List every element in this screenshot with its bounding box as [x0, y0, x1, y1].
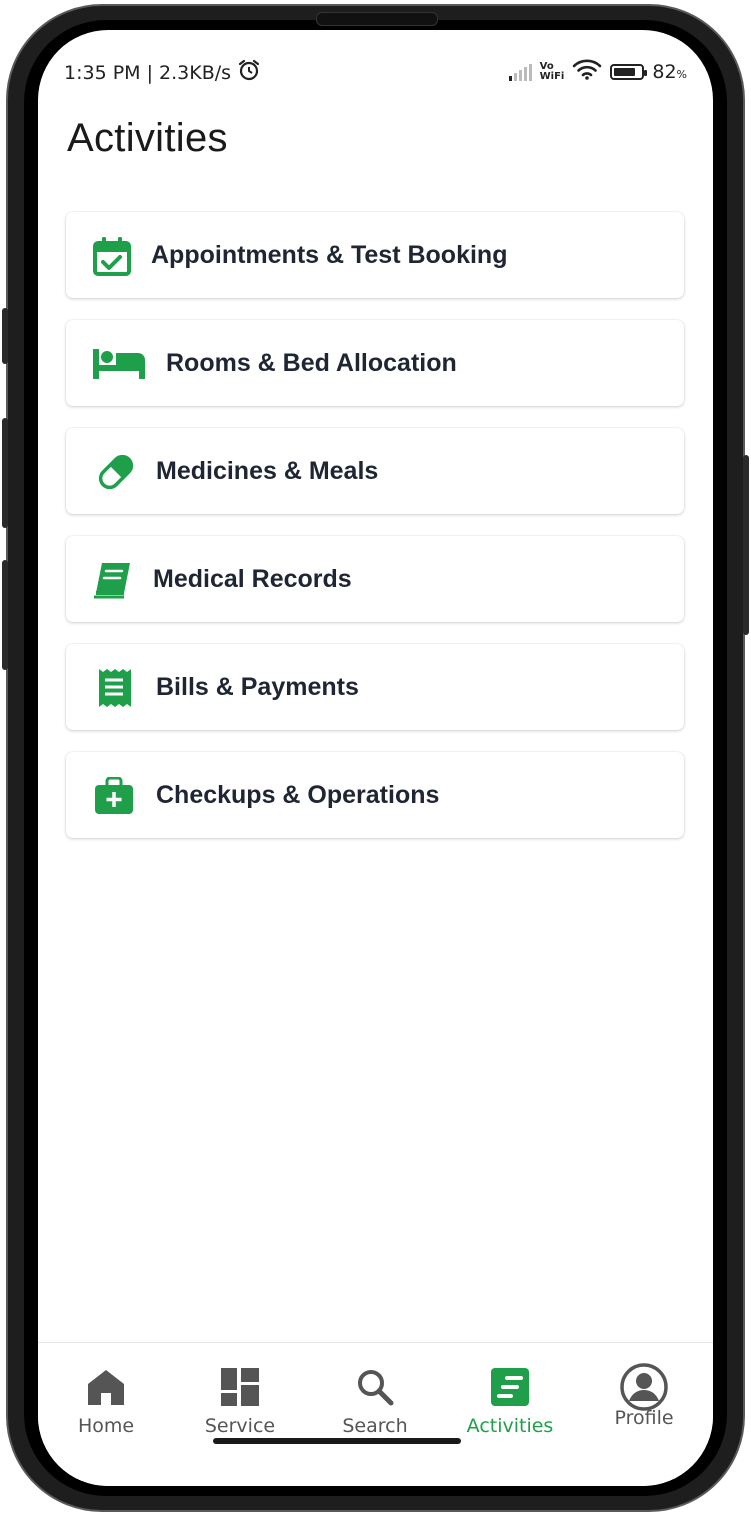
signal-icon: [508, 63, 532, 81]
activity-label: Medicines & Meals: [156, 457, 379, 485]
status-bar: 1:35 PM | 2.3KB/s Vo WiFi 82%: [38, 58, 713, 88]
nav-label: Profile: [614, 1407, 674, 1429]
activities-list: Appointments & Test Booking Rooms & Bed …: [66, 212, 684, 860]
alarm-icon: [237, 58, 261, 87]
book-icon: [92, 560, 132, 600]
grid-icon: [185, 1367, 295, 1407]
side-button: [2, 308, 8, 364]
profile-icon: [589, 1363, 699, 1411]
activity-label: Bills & Payments: [156, 673, 359, 701]
nav-label: Service: [204, 1415, 276, 1437]
receipt-icon: [94, 668, 134, 708]
bottom-nav: Home Service Search Activities Profile: [38, 1342, 713, 1486]
search-icon: [320, 1367, 430, 1407]
nav-service[interactable]: Service: [185, 1367, 295, 1437]
screen: 1:35 PM | 2.3KB/s Vo WiFi 82% Activities: [38, 30, 713, 1486]
battery-icon: [610, 63, 648, 80]
nav-home[interactable]: Home: [51, 1367, 161, 1437]
activity-label: Rooms & Bed Allocation: [166, 349, 457, 377]
medical-kit-icon: [94, 776, 134, 816]
battery-fill: [614, 67, 636, 76]
volume-down-button: [2, 560, 8, 670]
battery-percent-unit: %: [676, 67, 687, 81]
status-left: 1:35 PM | 2.3KB/s: [64, 58, 261, 87]
nav-profile[interactable]: Profile: [589, 1363, 699, 1429]
battery-percent: 82%: [652, 61, 687, 83]
capsule-icon: [96, 452, 136, 492]
status-time: 1:35 PM | 2.3KB/s: [64, 61, 232, 84]
status-right: Vo WiFi 82%: [508, 58, 687, 85]
vowifi-indicator: Vo WiFi: [539, 61, 565, 82]
power-button: [743, 455, 749, 635]
nav-label: Search: [342, 1415, 408, 1437]
activity-label: Medical Records: [153, 565, 352, 593]
vowifi-line2: WiFi: [539, 70, 565, 82]
activity-label: Checkups & Operations: [156, 781, 440, 809]
activity-card-medicines[interactable]: Medicines & Meals: [66, 428, 684, 514]
volume-up-button: [2, 418, 8, 528]
calendar-check-icon: [92, 236, 132, 276]
home-icon: [51, 1367, 161, 1407]
activity-card-bills[interactable]: Bills & Payments: [66, 644, 684, 730]
wifi-icon: [572, 58, 602, 85]
battery-percent-value: 82: [652, 60, 677, 83]
activity-card-records[interactable]: Medical Records: [66, 536, 684, 622]
nav-label: Home: [77, 1415, 135, 1437]
activity-card-rooms[interactable]: Rooms & Bed Allocation: [66, 320, 684, 406]
home-indicator[interactable]: [213, 1438, 461, 1444]
activities-icon: [455, 1367, 565, 1407]
nav-label: Activities: [466, 1415, 554, 1437]
nav-activities[interactable]: Activities: [455, 1367, 565, 1437]
activity-label: Appointments & Test Booking: [151, 241, 508, 269]
activity-card-checkups[interactable]: Checkups & Operations: [66, 752, 684, 838]
bed-icon: [92, 344, 146, 384]
nav-search[interactable]: Search: [320, 1367, 430, 1437]
activity-card-appointments[interactable]: Appointments & Test Booking: [66, 212, 684, 298]
earpiece-speaker: [316, 12, 438, 26]
page-title: Activities: [67, 116, 228, 160]
